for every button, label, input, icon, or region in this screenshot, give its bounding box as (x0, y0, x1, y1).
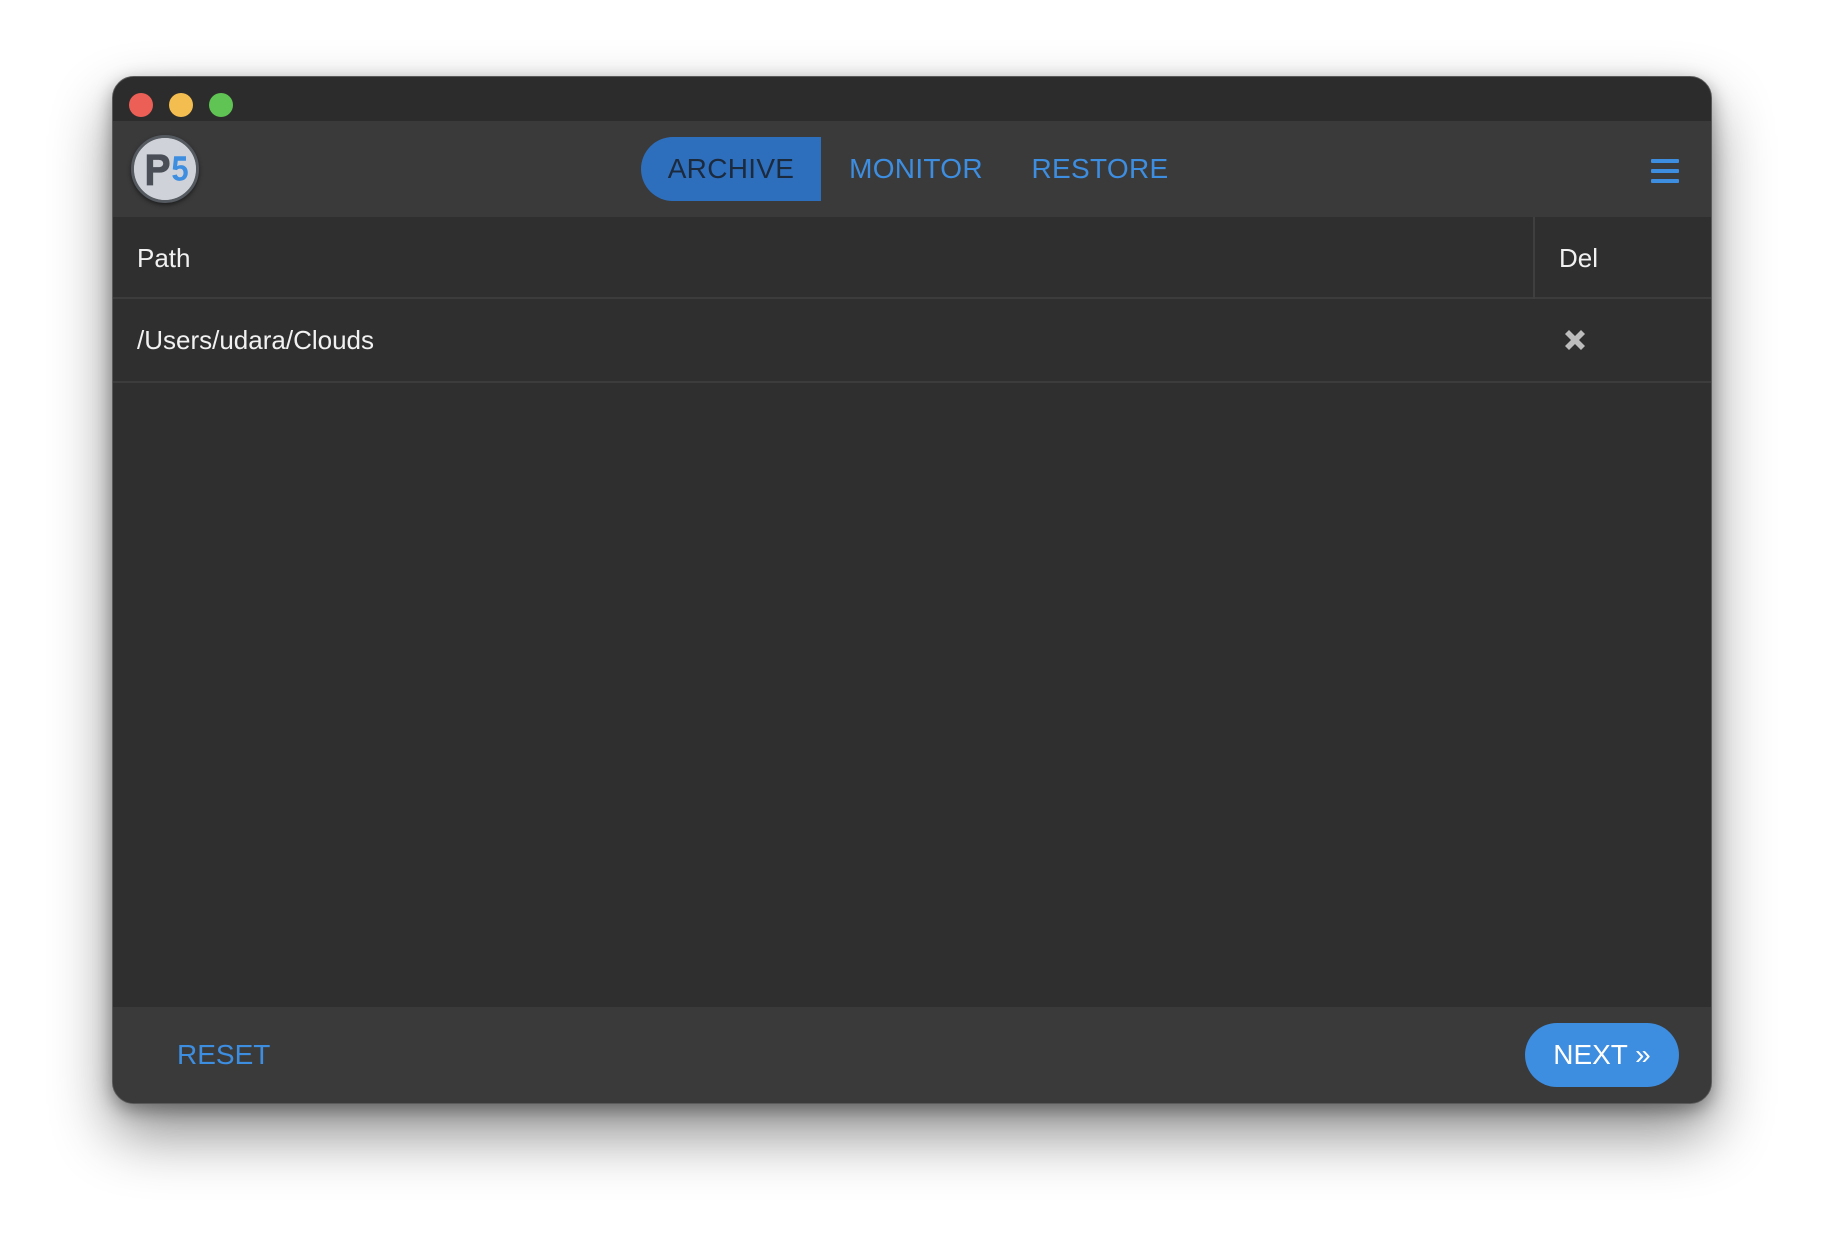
p5-logo-icon[interactable] (131, 135, 199, 203)
hamburger-menu-icon[interactable] (1651, 159, 1679, 183)
title-bar (113, 77, 1711, 121)
tab-restore[interactable]: RESTORE (1011, 137, 1189, 201)
next-button[interactable]: NEXT » (1525, 1023, 1679, 1087)
table-row: /Users/udara/Clouds (113, 299, 1711, 383)
window-minimize-button[interactable] (169, 93, 193, 117)
tab-archive[interactable]: ARCHIVE (641, 137, 821, 201)
path-cell: /Users/udara/Clouds (137, 325, 374, 355)
column-header-del: Del (1559, 243, 1599, 273)
window-maximize-button[interactable] (209, 93, 233, 117)
menu-bar (1651, 159, 1679, 163)
app-window: ARCHIVE MONITOR RESTORE Path Del /Users/… (112, 76, 1712, 1104)
window-close-button[interactable] (129, 93, 153, 117)
reset-button[interactable]: RESET (177, 1007, 270, 1103)
column-header-path: Path (137, 243, 191, 273)
main-tabs: ARCHIVE MONITOR RESTORE (641, 137, 1189, 201)
bottom-action-bar: RESET NEXT » (113, 1007, 1711, 1103)
close-x-icon[interactable] (1561, 326, 1589, 354)
tab-monitor[interactable]: MONITOR (821, 137, 1011, 201)
menu-bar (1651, 179, 1679, 183)
column-divider (1533, 217, 1535, 299)
table-header: Path Del (113, 217, 1711, 299)
menu-bar (1651, 169, 1679, 173)
top-navbar: ARCHIVE MONITOR RESTORE (113, 121, 1711, 217)
paths-table: Path Del /Users/udara/Clouds (113, 217, 1711, 383)
